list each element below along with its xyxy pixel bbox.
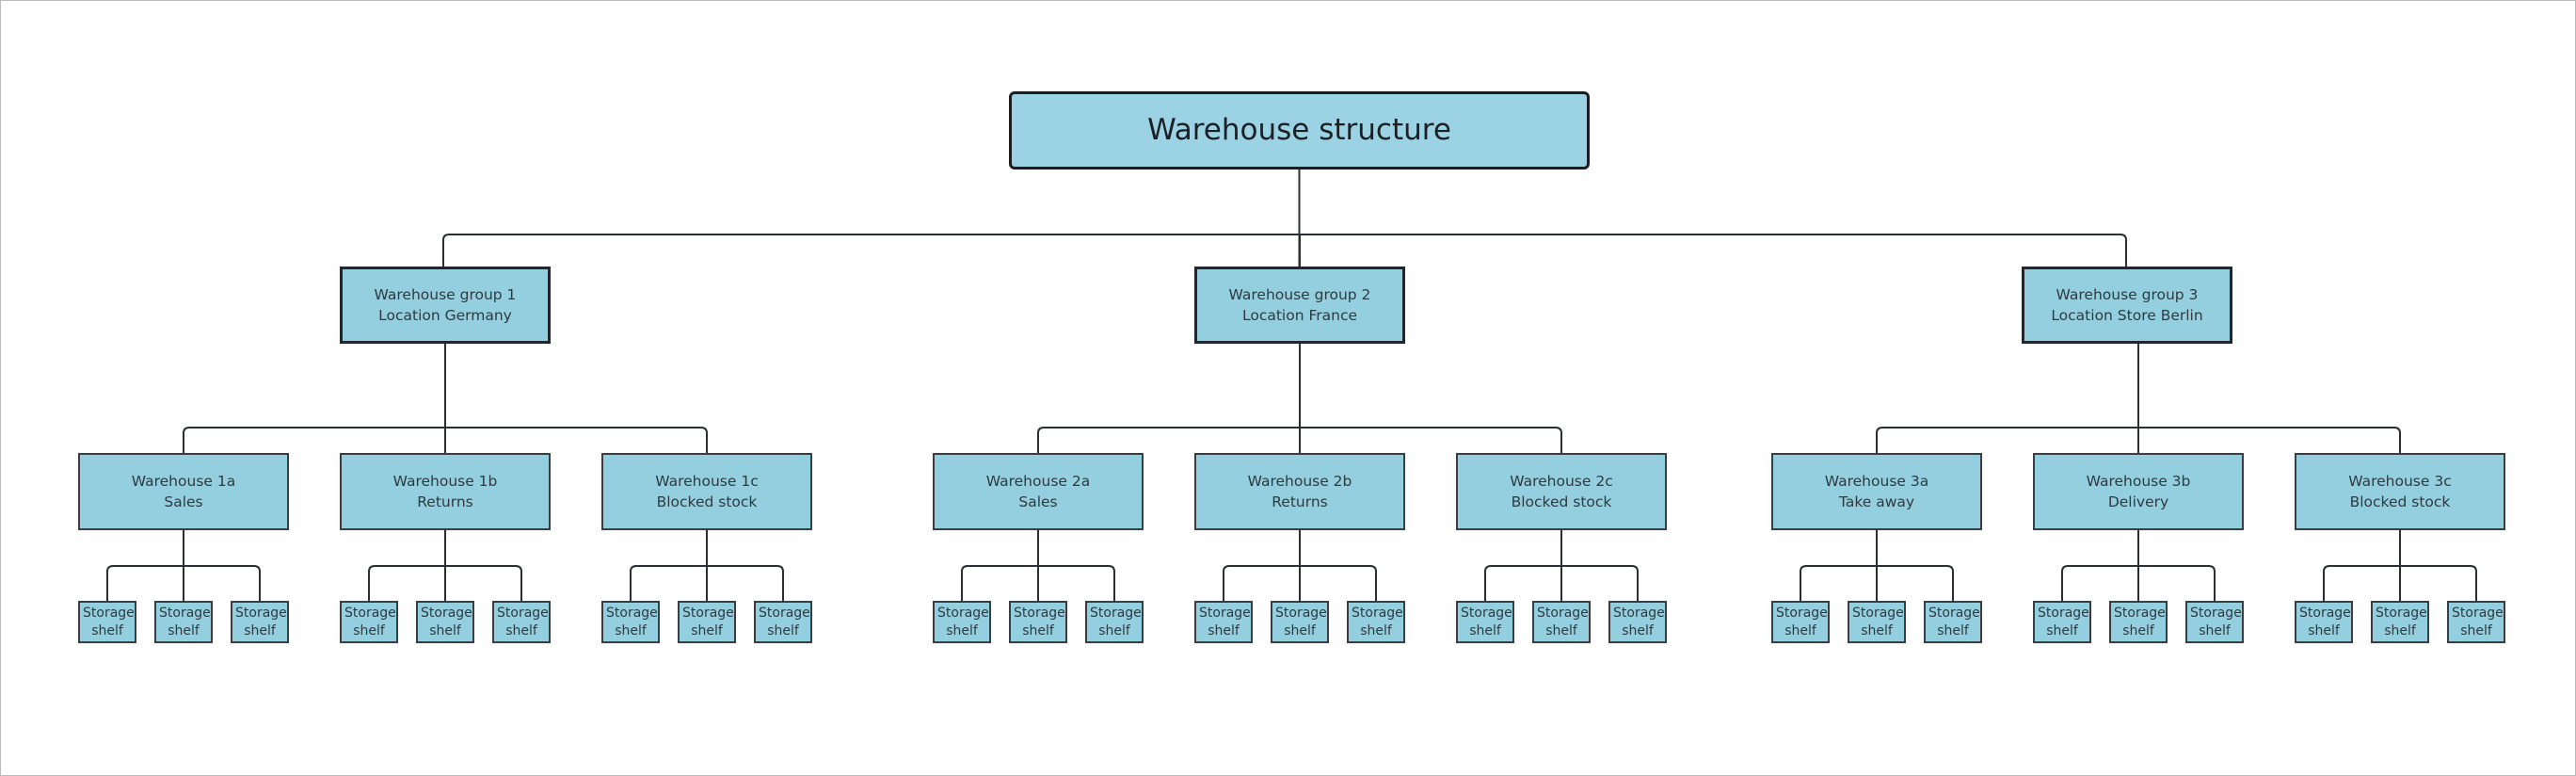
storage-shelf-node[interactable]: Storage shelf — [231, 601, 289, 643]
warehouse-node-1a-label-line2: Sales — [164, 493, 203, 510]
group-node-1[interactable]: Warehouse group 1 Location Germany — [340, 267, 551, 344]
storage-shelf-label: Storage shelf — [2114, 605, 2166, 639]
storage-shelf-node[interactable]: Storage shelf — [1608, 601, 1667, 643]
group-node-3[interactable]: Warehouse group 3 Location Store Berlin — [2022, 267, 2232, 344]
storage-shelf-label: Storage shelf — [759, 605, 810, 639]
group-node-3-label-line1: Warehouse group 3 — [2056, 285, 2199, 303]
storage-shelf-label: Storage shelf — [1613, 605, 1665, 639]
warehouse-node-3b-label-line2: Delivery — [2107, 493, 2169, 510]
warehouse-node-2b-label-line1: Warehouse 2b — [1247, 472, 1352, 490]
warehouse-node-3a[interactable]: Warehouse 3a Take away — [1771, 453, 1982, 530]
storage-shelf-node[interactable]: Storage shelf — [2185, 601, 2244, 643]
storage-shelf-label: Storage shelf — [497, 605, 549, 639]
warehouse-node-3c-label-line1: Warehouse 3c — [2348, 472, 2452, 490]
storage-shelf-node[interactable]: Storage shelf — [340, 601, 398, 643]
group-node-1-label-line2: Location Germany — [378, 307, 512, 324]
group-node-3-label-line2: Location Store Berlin — [2051, 307, 2203, 324]
warehouse-node-3a-label-line2: Take away — [1838, 493, 1915, 510]
storage-shelf-node[interactable]: Storage shelf — [2033, 601, 2091, 643]
root-node[interactable]: Warehouse structure — [1009, 91, 1590, 170]
warehouse-node-1b[interactable]: Warehouse 1b Returns — [340, 453, 551, 530]
warehouse-node-2c[interactable]: Warehouse 2c Blocked stock — [1456, 453, 1667, 530]
storage-shelf-label: Storage shelf — [606, 605, 658, 639]
warehouse-node-1b-label-line1: Warehouse 1b — [392, 472, 498, 490]
storage-shelf-label: Storage shelf — [235, 605, 287, 639]
storage-shelf-node[interactable]: Storage shelf — [2371, 601, 2429, 643]
warehouse-node-2a-label-line2: Sales — [1018, 493, 1058, 510]
storage-shelf-node[interactable]: Storage shelf — [492, 601, 551, 643]
warehouse-node-1c-label-line1: Warehouse 1c — [655, 472, 759, 490]
root-label: Warehouse structure — [1147, 113, 1451, 148]
storage-shelf-node[interactable]: Storage shelf — [1085, 601, 1144, 643]
storage-shelf-node[interactable]: Storage shelf — [1009, 601, 1067, 643]
storage-shelf-label: Storage shelf — [1852, 605, 1904, 639]
storage-shelf-label: Storage shelf — [1352, 605, 1403, 639]
warehouse-node-3a-label-line1: Warehouse 3a — [1824, 472, 1929, 490]
storage-shelf-node[interactable]: Storage shelf — [601, 601, 660, 643]
storage-shelf-node[interactable]: Storage shelf — [1456, 601, 1514, 643]
warehouse-node-3b-label-line1: Warehouse 3b — [2086, 472, 2191, 490]
storage-shelf-node[interactable]: Storage shelf — [2447, 601, 2505, 643]
storage-shelf-node[interactable]: Storage shelf — [1924, 601, 1982, 643]
warehouse-node-2a[interactable]: Warehouse 2a Sales — [933, 453, 1144, 530]
group-node-2[interactable]: Warehouse group 2 Location France — [1194, 267, 1405, 344]
warehouse-node-3b[interactable]: Warehouse 3b Delivery — [2033, 453, 2244, 530]
group-node-1-label-line1: Warehouse group 1 — [374, 285, 517, 303]
storage-shelf-node[interactable]: Storage shelf — [933, 601, 991, 643]
storage-shelf-label: Storage shelf — [2190, 605, 2242, 639]
warehouse-node-1b-label-line2: Returns — [417, 493, 473, 510]
storage-shelf-label: Storage shelf — [2038, 605, 2089, 639]
storage-shelf-label: Storage shelf — [1275, 605, 1327, 639]
storage-shelf-label: Storage shelf — [159, 605, 211, 639]
storage-shelf-node[interactable]: Storage shelf — [154, 601, 213, 643]
warehouse-node-2b-label-line2: Returns — [1272, 493, 1328, 510]
storage-shelf-node[interactable]: Storage shelf — [1848, 601, 1906, 643]
warehouse-node-1c-label-line2: Blocked stock — [656, 493, 758, 510]
storage-shelf-label: Storage shelf — [1199, 605, 1251, 639]
warehouse-node-2a-label-line1: Warehouse 2a — [985, 472, 1091, 490]
diagram-canvas: Warehouse structure Warehouse group 1 Loc… — [0, 0, 2576, 776]
storage-shelf-label: Storage shelf — [1090, 605, 1142, 639]
storage-shelf-label: Storage shelf — [2376, 605, 2427, 639]
storage-shelf-node[interactable]: Storage shelf — [678, 601, 736, 643]
storage-shelf-label: Storage shelf — [344, 605, 396, 639]
storage-shelf-label: Storage shelf — [1776, 605, 1828, 639]
warehouse-node-3c[interactable]: Warehouse 3c Blocked stock — [2295, 453, 2505, 530]
group-node-2-label-line1: Warehouse group 2 — [1228, 285, 1371, 303]
storage-shelf-node[interactable]: Storage shelf — [1771, 601, 1830, 643]
storage-shelf-node[interactable]: Storage shelf — [2295, 601, 2353, 643]
warehouse-node-3c-label-line2: Blocked stock — [2349, 493, 2451, 510]
warehouse-node-1c[interactable]: Warehouse 1c Blocked stock — [601, 453, 812, 530]
warehouse-node-2c-label-line1: Warehouse 2c — [1510, 472, 1613, 490]
warehouse-node-1a-label-line1: Warehouse 1a — [131, 472, 236, 490]
storage-shelf-node[interactable]: Storage shelf — [1194, 601, 1253, 643]
storage-shelf-label: Storage shelf — [2452, 605, 2504, 639]
storage-shelf-label: Storage shelf — [682, 605, 734, 639]
storage-shelf-label: Storage shelf — [1928, 605, 1980, 639]
storage-shelf-node[interactable]: Storage shelf — [754, 601, 812, 643]
warehouse-node-2b[interactable]: Warehouse 2b Returns — [1194, 453, 1405, 530]
storage-shelf-node[interactable]: Storage shelf — [1347, 601, 1405, 643]
storage-shelf-label: Storage shelf — [937, 605, 989, 639]
storage-shelf-label: Storage shelf — [1537, 605, 1589, 639]
warehouse-node-1a[interactable]: Warehouse 1a Sales — [78, 453, 289, 530]
storage-shelf-label: Storage shelf — [421, 605, 472, 639]
warehouse-node-2c-label-line2: Blocked stock — [1511, 493, 1612, 510]
storage-shelf-label: Storage shelf — [1014, 605, 1065, 639]
storage-shelf-node[interactable]: Storage shelf — [78, 601, 136, 643]
storage-shelf-label: Storage shelf — [83, 605, 135, 639]
storage-shelf-node[interactable]: Storage shelf — [416, 601, 474, 643]
storage-shelf-label: Storage shelf — [1461, 605, 1512, 639]
root-connector-bus — [442, 234, 2127, 267]
storage-shelf-node[interactable]: Storage shelf — [1532, 601, 1591, 643]
storage-shelf-node[interactable]: Storage shelf — [2109, 601, 2168, 643]
storage-shelf-label: Storage shelf — [2299, 605, 2351, 639]
group-node-2-label-line2: Location France — [1241, 307, 1358, 324]
storage-shelf-node[interactable]: Storage shelf — [1271, 601, 1329, 643]
